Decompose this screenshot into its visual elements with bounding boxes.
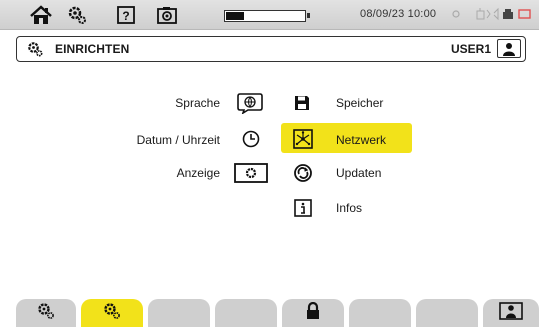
tab-settings[interactable] [16,299,76,327]
info-icon [292,197,314,219]
status-dot-icon [450,7,462,21]
menu-label-infos: Infos [336,201,363,215]
user-tab-icon [499,301,523,325]
tab-4[interactable] [215,299,277,327]
bottom-tab-bar [0,296,539,327]
menu-label-anzeige: Anzeige [176,166,220,180]
settings-icon[interactable] [66,4,88,26]
tab-lock[interactable] [282,299,344,327]
lock-icon [306,301,320,325]
page-title: EINRICHTEN [55,42,130,56]
screenshot-icon[interactable] [155,4,179,26]
network-icon [292,128,314,150]
setup-tab-icon [103,302,121,325]
tab-6[interactable] [349,299,411,327]
tab-setup[interactable] [81,299,143,327]
settings-tab-icon [37,302,55,325]
setup-gear-icon [27,41,43,57]
storage-icon [518,7,532,21]
menu-label-updaten: Updaten [336,166,382,180]
display-icon [234,162,268,184]
menu-label-sprache: Sprache [175,96,220,110]
user-icon[interactable] [497,39,521,58]
user-label: USER1 [450,42,491,56]
update-icon [292,162,314,184]
status-datetime: 08/09/23 10:00 [360,8,437,20]
tab-3[interactable] [148,299,210,327]
connection-icon [476,7,516,21]
menu-label-speicher: Speicher [336,96,384,110]
tab-user[interactable] [483,299,539,327]
help-icon[interactable]: ? [115,4,137,26]
clock-icon [240,128,262,150]
language-icon [236,92,264,114]
menu-label-datum-uhrzeit: Datum / Uhrzeit [136,133,220,147]
home-icon[interactable] [26,4,56,26]
tab-7[interactable] [416,299,478,327]
svg-text:?: ? [122,9,129,23]
status-bar: ? 08/09/23 10:00 [0,0,539,30]
battery-icon [224,10,310,22]
title-bar: EINRICHTEN USER1 [16,36,526,62]
save-icon [292,93,312,113]
menu-label-netzwerk: Netzwerk [336,133,387,147]
